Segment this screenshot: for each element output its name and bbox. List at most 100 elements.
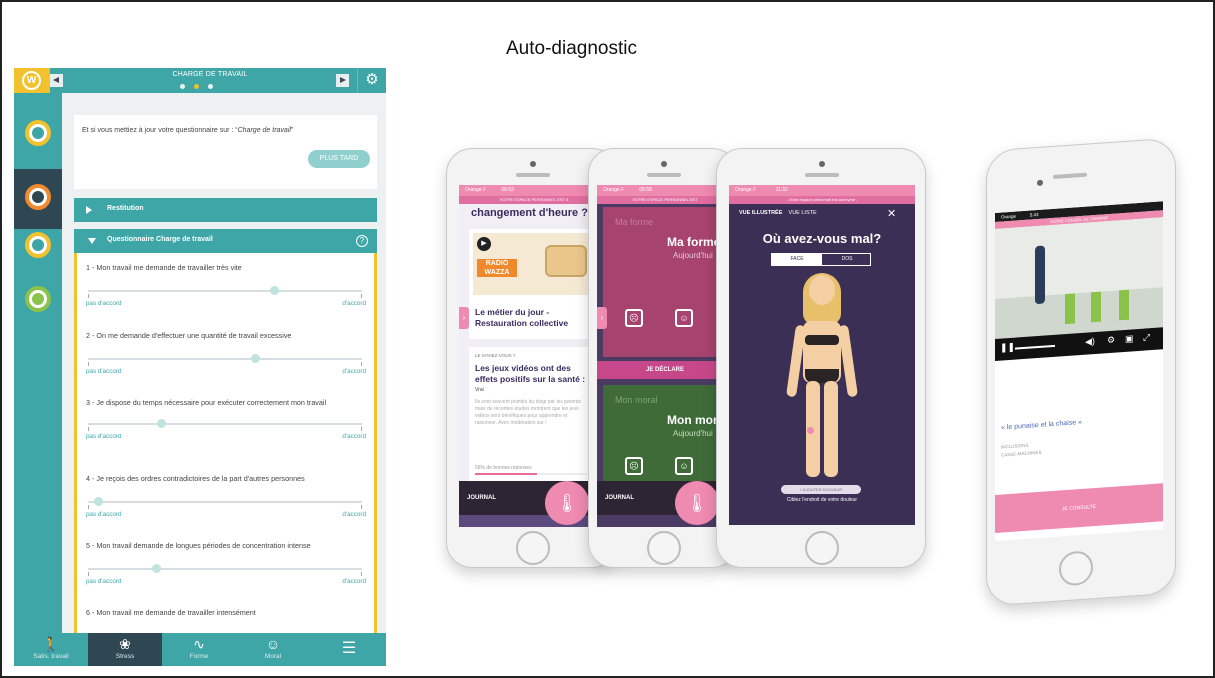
sidebar-item-satisfaction[interactable] xyxy=(14,105,62,165)
tab-forme[interactable]: ∿ Forme xyxy=(162,633,236,666)
radio-card[interactable]: ▶ RADIO WAZZA Le métier du jour - Restau… xyxy=(469,229,593,339)
settings-icon[interactable]: ⚙ xyxy=(1107,335,1115,347)
video-player[interactable] xyxy=(995,217,1163,340)
mood-card-forme[interactable]: Ma forme Ma forme Aujourd'hui ☹ ☺ xyxy=(603,207,729,357)
close-icon[interactable]: ✕ xyxy=(887,207,896,220)
questionnaire-section[interactable]: Questionnaire Charge de travail ? xyxy=(74,229,377,253)
phone-screen: Orange F 08:53 VOTRE ESPACE PERSONNEL ES… xyxy=(459,185,609,527)
tab-journal[interactable]: JOURNAL xyxy=(605,495,634,501)
ring-gauge-icon xyxy=(25,286,51,312)
body-figure[interactable] xyxy=(786,273,858,481)
sidebar-item-forme[interactable] xyxy=(14,217,62,277)
slider-label-left: pas d'accord xyxy=(86,300,122,307)
ring-gauge-icon xyxy=(25,120,51,146)
play-icon[interactable]: ▶ xyxy=(477,237,491,251)
thermometer-button[interactable]: 🌡 xyxy=(545,481,589,525)
person-icon: 🚶 xyxy=(42,636,60,652)
toggle-dos[interactable]: DOS xyxy=(822,254,872,265)
question-text: 2 - On me demande d'effectuer une quanti… xyxy=(86,331,292,340)
slider-knob[interactable] xyxy=(152,564,161,573)
face-dos-toggle[interactable]: FACE DOS xyxy=(771,253,871,266)
settings-button[interactable]: ⚙ xyxy=(357,68,386,93)
pain-title: Où avez-vous mal? xyxy=(762,231,882,246)
side-drawer-tab[interactable]: › xyxy=(597,307,607,329)
answer-slider[interactable]: pas d'accord d'accord xyxy=(86,560,366,585)
headline: changement d'heure ? xyxy=(471,207,588,219)
video-progress[interactable] xyxy=(1015,344,1055,350)
neutral-face-icon[interactable]: ☺ xyxy=(675,309,693,327)
home-button[interactable] xyxy=(647,531,681,565)
slider-label-left: pas d'accord xyxy=(86,578,122,585)
pause-icon[interactable]: ❚❚ xyxy=(1000,342,1015,354)
quiz-answer: Vrai xyxy=(475,387,484,393)
quiz-card[interactable]: LE SAVIEZ-VOUS ? Les jeux vidéos ont des… xyxy=(469,347,593,487)
tab-journal[interactable]: JOURNAL xyxy=(467,495,496,501)
slider-knob[interactable] xyxy=(157,419,167,428)
tab-illustrated[interactable]: VUE ILLUSTRÉE xyxy=(739,210,782,216)
thermometer-button[interactable]: 🌡 xyxy=(675,481,719,525)
tab-list[interactable]: VUE LISTE xyxy=(789,210,817,216)
tab-moral[interactable]: ☺ Moral xyxy=(236,633,310,666)
declare-button[interactable]: JE DÉCLARE xyxy=(597,361,733,379)
radio-device-icon xyxy=(545,245,587,277)
answer-slider[interactable]: pas d'accord d'accord xyxy=(86,493,366,518)
slider-label-right: d'accord xyxy=(342,368,366,375)
sad-face-icon[interactable]: ☹ xyxy=(625,457,643,475)
home-button[interactable] xyxy=(516,531,550,565)
page-dot[interactable] xyxy=(180,84,185,89)
page-dots xyxy=(180,84,220,90)
slider-label-right: d'accord xyxy=(342,300,366,307)
app-logo[interactable]: W xyxy=(14,68,50,93)
thermometer-icon: 🌡 xyxy=(555,493,579,513)
help-icon[interactable]: ? xyxy=(356,235,368,247)
smiley-icon: ☺ xyxy=(265,636,281,652)
slider-knob[interactable] xyxy=(269,286,279,295)
page-dot-active[interactable] xyxy=(194,84,199,89)
slider-knob[interactable] xyxy=(94,497,104,506)
later-button[interactable]: PLUS TARD xyxy=(308,150,370,168)
home-button[interactable] xyxy=(1059,550,1093,587)
pain-instruction: Ciblez l'endroit de votre douleur xyxy=(786,497,858,503)
sad-face-icon[interactable]: ☹ xyxy=(625,309,643,327)
pip-icon[interactable]: ▣ xyxy=(1125,333,1134,345)
answer-slider[interactable]: pas d'accord d'accord xyxy=(86,282,366,307)
radio-logo: RADIO WAZZA xyxy=(477,259,517,277)
answer-slider[interactable]: pas d'accord d'accord xyxy=(86,350,366,375)
volume-icon[interactable]: ◀) xyxy=(1085,336,1095,348)
logo-icon: W xyxy=(22,71,41,90)
slider-knob[interactable] xyxy=(250,354,260,363)
quiz-stat: 56% de bonnes réponses xyxy=(475,465,532,471)
answer-slider[interactable]: pas d'accord d'accord xyxy=(86,415,366,440)
neutral-face-icon[interactable]: ☺ xyxy=(675,457,693,475)
toggle-face[interactable]: FACE xyxy=(772,254,822,265)
mood-title: Ma forme xyxy=(667,235,721,249)
tab-menu[interactable]: ☰ xyxy=(312,633,386,666)
status-bar: Orange F 08:53 xyxy=(459,185,609,196)
sidebar-item-moral[interactable] xyxy=(14,271,62,331)
status-bar: Orange F 08:58 xyxy=(597,185,733,196)
pulse-icon: ∿ xyxy=(193,636,205,652)
prev-button[interactable] xyxy=(50,74,63,87)
pain-pin-icon[interactable] xyxy=(807,427,814,434)
consult-button[interactable]: JE CONSULTE xyxy=(995,483,1163,534)
page-dot[interactable] xyxy=(208,84,213,89)
side-drawer-tab[interactable]: › xyxy=(459,307,469,329)
thermometer-icon: 🌡 xyxy=(685,493,709,513)
tag-2: CASSE-MACHINES xyxy=(1001,449,1042,458)
restitution-section[interactable]: Restitution xyxy=(74,198,377,222)
question-6: 6 - Mon travail me demande de travailler… xyxy=(86,608,366,617)
tab-stress[interactable]: ❀ Stress xyxy=(88,633,162,666)
fullscreen-icon[interactable]: ⤢ xyxy=(1143,332,1150,344)
phone-pain-map: Orange F 11:32 - Votre espace personnel … xyxy=(716,148,926,568)
tab-satisfaction[interactable]: 🚶 Satis. travail xyxy=(14,633,88,666)
mood-card-moral[interactable]: Mon moral Mon moral Aujourd'hui ☹ ☺ xyxy=(603,385,729,489)
home-button[interactable] xyxy=(805,531,839,565)
slide: Auto-diagnostic W CHARGE DE TRAVAIL ⚙ Et… xyxy=(0,0,1215,678)
next-button[interactable] xyxy=(336,74,349,87)
add-pain-button[interactable]: + AJOUTER DOULEUR xyxy=(781,485,861,494)
quiz-body: Ils sont souvent pointés du doigt par le… xyxy=(475,399,581,426)
menu-icon: ☰ xyxy=(341,640,357,657)
faint-label: Ma forme xyxy=(615,217,654,227)
faint-label: Mon moral xyxy=(615,395,658,405)
questionnaire-body: 1 - Mon travail me demande de travailler… xyxy=(74,253,377,633)
